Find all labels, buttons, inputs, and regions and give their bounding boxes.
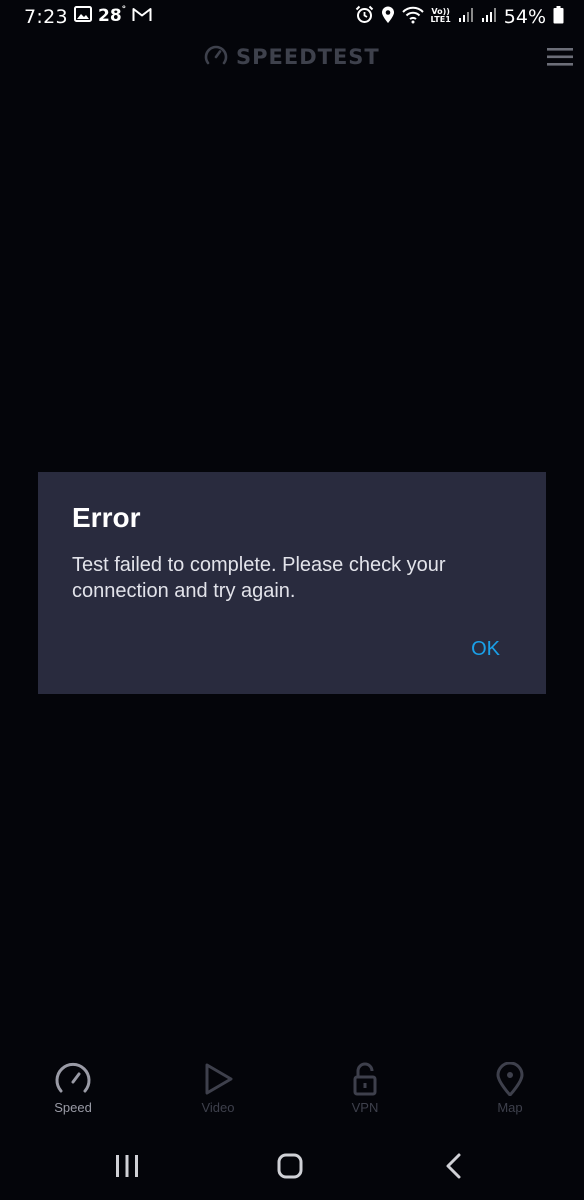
battery-percent: 54% <box>503 5 546 28</box>
signal-icon <box>458 7 474 27</box>
tab-label: Speed <box>54 1100 92 1115</box>
tab-speed[interactable]: Speed <box>23 1056 123 1115</box>
signal-icon-2 <box>481 7 497 27</box>
dialog-title: Error <box>72 502 141 533</box>
status-time: 7:23 <box>24 6 68 28</box>
bottom-tab-bar: Speed Video VPN Map <box>0 1056 584 1128</box>
recents-icon[interactable] <box>112 1152 142 1184</box>
ok-button[interactable]: OK <box>471 638 500 661</box>
tab-vpn[interactable]: VPN <box>315 1056 415 1115</box>
dialog-message: Test failed to complete. Please check yo… <box>72 554 446 602</box>
wifi-icon <box>401 6 424 28</box>
tab-label: VPN <box>351 1100 379 1115</box>
back-icon[interactable] <box>440 1152 470 1184</box>
tab-label: Video <box>201 1100 235 1115</box>
unlock-icon <box>315 1062 415 1096</box>
gmail-icon <box>132 7 152 26</box>
temperature: 28° <box>98 5 127 26</box>
tab-map[interactable]: Map <box>460 1056 560 1115</box>
tab-video[interactable]: Video <box>168 1056 268 1115</box>
app-screen: 7:23 28° Vo)) LTE1 54% SPEEDTEST Error T… <box>0 0 584 1200</box>
brand-title: SPEEDTEST <box>236 45 380 69</box>
brand: SPEEDTEST <box>204 44 380 70</box>
gallery-icon <box>74 6 92 26</box>
location-icon <box>381 6 395 28</box>
error-dialog: Error Test failed to complete. Please ch… <box>38 472 546 694</box>
volte-indicator: Vo)) LTE1 <box>430 6 451 24</box>
status-left-icons: 28° <box>74 5 152 26</box>
home-icon[interactable] <box>276 1152 306 1184</box>
alarm-icon <box>355 5 374 28</box>
hamburger-menu-icon[interactable] <box>546 46 574 68</box>
app-header: SPEEDTEST <box>0 36 584 80</box>
map-pin-icon <box>460 1062 560 1096</box>
status-right: Vo)) LTE1 54% <box>355 5 565 28</box>
battery-icon <box>553 5 564 28</box>
tab-label: Map <box>497 1100 523 1115</box>
status-bar: 7:23 28° Vo)) LTE1 54% <box>0 0 584 36</box>
play-icon <box>168 1062 268 1096</box>
speedometer-icon <box>23 1062 123 1096</box>
speedometer-icon <box>204 44 228 70</box>
system-nav-bar <box>0 1134 584 1200</box>
